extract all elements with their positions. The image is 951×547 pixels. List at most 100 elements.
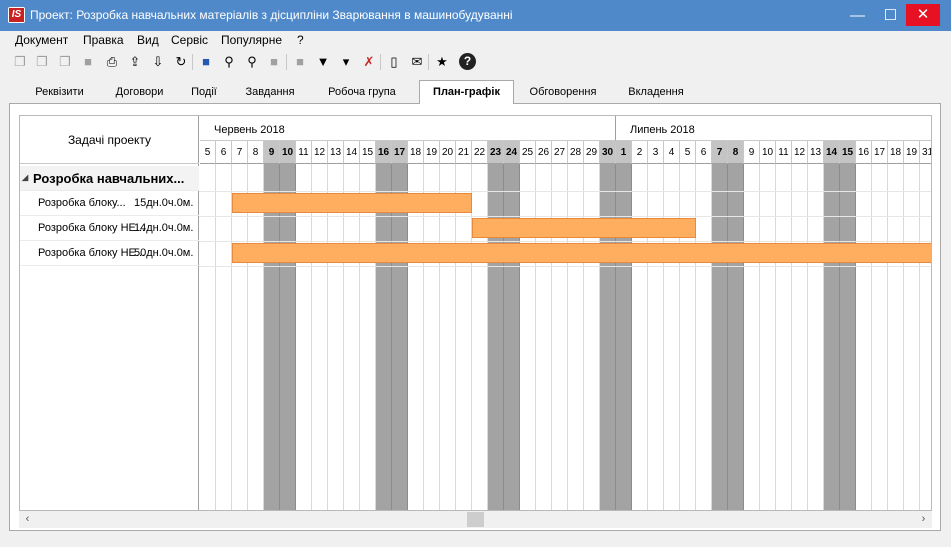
tab-contracts[interactable]: Договори bbox=[106, 83, 173, 104]
filter-remove-icon[interactable]: ✗ bbox=[360, 53, 378, 71]
task-row[interactable]: Розробка блоку НЕ... 14дн.0ч.0м. bbox=[20, 216, 199, 241]
day-header: 1 bbox=[616, 141, 632, 164]
print-icon[interactable]: ⎙ bbox=[103, 53, 121, 71]
day-header: 19 bbox=[904, 141, 920, 164]
day-header: 25 bbox=[520, 141, 536, 164]
gantt-bar[interactable] bbox=[232, 243, 931, 263]
scroll-right-icon[interactable]: › bbox=[915, 512, 932, 527]
day-header: 15 bbox=[840, 141, 856, 164]
search-next-icon[interactable]: ⚲ bbox=[243, 53, 261, 71]
task-row[interactable]: Розробка блоку... 15дн.0ч.0м. bbox=[20, 191, 199, 216]
day-header: 13 bbox=[808, 141, 824, 164]
task-name: Розробка навчальних... bbox=[33, 171, 185, 186]
tab-requisites[interactable]: Реквізити bbox=[13, 83, 106, 104]
search-icon[interactable]: ⚲ bbox=[220, 53, 238, 71]
filter-icon[interactable]: ▼ bbox=[314, 53, 332, 71]
copy-icon[interactable]: ❐ bbox=[11, 53, 29, 71]
gantt-bar[interactable] bbox=[232, 193, 472, 213]
day-header: 11 bbox=[296, 141, 312, 164]
attach-icon[interactable]: ■ bbox=[265, 53, 283, 71]
day-header: 14 bbox=[344, 141, 360, 164]
row-divider bbox=[199, 241, 931, 242]
horizontal-scrollbar[interactable]: ‹ › bbox=[19, 511, 932, 528]
scroll-left-icon[interactable]: ‹ bbox=[19, 512, 36, 527]
day-header: 5 bbox=[200, 141, 216, 164]
menu-bar: Документ Правка Вид Сервіс Популярне ? bbox=[0, 31, 951, 49]
mail-icon[interactable]: ✉ bbox=[408, 53, 426, 71]
toolbar-separator bbox=[286, 54, 287, 70]
tab-discussion[interactable]: Обговорення bbox=[514, 83, 612, 104]
maximize-button[interactable]: ☐ bbox=[874, 0, 907, 31]
day-header: 12 bbox=[312, 141, 328, 164]
menu-edit[interactable]: Правка bbox=[83, 33, 124, 47]
day-header: 4 bbox=[664, 141, 680, 164]
tab-tasks[interactable]: Завдання bbox=[235, 83, 305, 104]
day-header: 5 bbox=[680, 141, 696, 164]
month-header: Червень 2018 bbox=[200, 116, 616, 141]
day-header: 3 bbox=[648, 141, 664, 164]
delete-icon[interactable]: ■ bbox=[79, 53, 97, 71]
day-header: 22 bbox=[472, 141, 488, 164]
timeline-pane: Червень 2018 Липень 2018 5 6 7 8 9 10 11 12 13 14 15… bbox=[199, 116, 931, 510]
export-icon[interactable]: ⇪ bbox=[126, 53, 144, 71]
help-icon[interactable]: ? bbox=[459, 53, 476, 70]
day-header: 6 bbox=[216, 141, 232, 164]
month-label: Червень 2018 bbox=[214, 124, 285, 136]
day-header: 30 bbox=[600, 141, 616, 164]
minimize-button[interactable]: — bbox=[841, 0, 874, 31]
day-header: 8 bbox=[728, 141, 744, 164]
grid-icon[interactable]: ■ bbox=[291, 53, 309, 71]
star-icon[interactable]: ★ bbox=[433, 53, 451, 71]
day-header: 29 bbox=[584, 141, 600, 164]
document-icon[interactable]: ▯ bbox=[385, 53, 403, 71]
day-header: 11 bbox=[776, 141, 792, 164]
tab-attachments[interactable]: Вкладення bbox=[612, 83, 700, 104]
day-header: 28 bbox=[568, 141, 584, 164]
menu-document[interactable]: Документ bbox=[15, 33, 68, 47]
scroll-thumb[interactable] bbox=[467, 512, 484, 527]
menu-help[interactable]: ? bbox=[297, 33, 304, 47]
day-header: 13 bbox=[328, 141, 344, 164]
menu-popular[interactable]: Популярне bbox=[221, 33, 282, 47]
day-header: 16 bbox=[376, 141, 392, 164]
import-icon[interactable]: ⇩ bbox=[149, 53, 167, 71]
tab-bar: Реквізити Договори Події Завдання Робоча… bbox=[9, 80, 941, 105]
day-header: 7 bbox=[712, 141, 728, 164]
close-button[interactable]: ✕ bbox=[906, 4, 940, 26]
duplicate-icon[interactable]: ❐ bbox=[56, 53, 74, 71]
day-header: 12 bbox=[792, 141, 808, 164]
gantt-bar[interactable] bbox=[472, 218, 696, 238]
window-title: Проект: Розробка навчальних матеріалів з… bbox=[30, 8, 513, 22]
row-divider bbox=[199, 266, 931, 267]
menu-view[interactable]: Вид bbox=[137, 33, 159, 47]
save-icon[interactable]: ■ bbox=[197, 53, 215, 71]
day-header: 7 bbox=[232, 141, 248, 164]
task-row[interactable]: Розробка блоку НЕ... 50дн.0ч.0м. bbox=[20, 241, 199, 266]
day-header: 23 bbox=[488, 141, 504, 164]
day-header: 20 bbox=[440, 141, 456, 164]
day-header: 6 bbox=[696, 141, 712, 164]
tab-schedule[interactable]: План-графік bbox=[419, 80, 514, 105]
refresh-icon[interactable]: ↻ bbox=[172, 53, 190, 71]
month-label: Липень 2018 bbox=[630, 124, 695, 136]
task-row-group[interactable]: ◢ Розробка навчальних... bbox=[20, 166, 199, 191]
day-header: 19 bbox=[424, 141, 440, 164]
day-header: 9 bbox=[264, 141, 280, 164]
day-header: 10 bbox=[760, 141, 776, 164]
tab-work-group[interactable]: Робоча група bbox=[305, 83, 419, 104]
tasks-header: Задачі проекту bbox=[20, 116, 199, 164]
tab-events[interactable]: Події bbox=[173, 83, 235, 104]
menu-service[interactable]: Сервіс bbox=[171, 33, 208, 47]
app-logo-icon: IS bbox=[8, 7, 25, 23]
paste-icon[interactable]: ❐ bbox=[33, 53, 51, 71]
toolbar-separator bbox=[192, 54, 193, 70]
task-list: Задачі проекту ◢ Розробка навчальних... … bbox=[20, 116, 199, 510]
day-header: 21 bbox=[456, 141, 472, 164]
day-header: 18 bbox=[888, 141, 904, 164]
task-duration: 15дн.0ч.0м. bbox=[134, 197, 194, 209]
task-name: Розробка блоку... bbox=[38, 197, 126, 209]
filter-clear-icon[interactable]: ▾ bbox=[337, 53, 355, 71]
task-name: Розробка блоку НЕ... bbox=[38, 222, 146, 234]
toolbar-separator bbox=[380, 54, 381, 70]
collapse-icon[interactable]: ◢ bbox=[22, 173, 28, 182]
